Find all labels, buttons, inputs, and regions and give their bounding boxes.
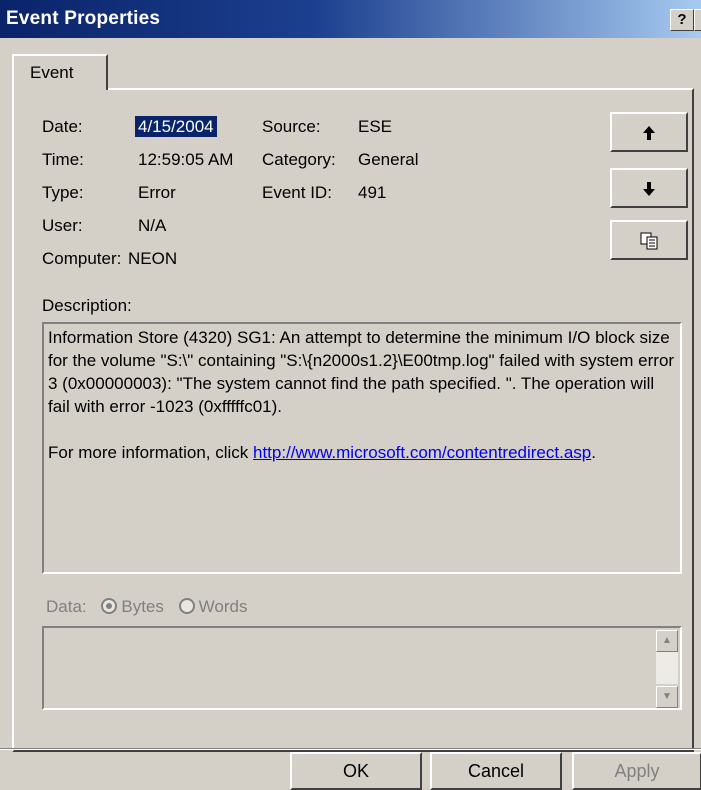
date-label: Date:	[42, 117, 83, 136]
words-radio[interactable]	[178, 598, 195, 614]
button-separator	[0, 748, 701, 750]
event-id-label: Event ID:	[262, 183, 332, 202]
cancel-button[interactable]: Cancel	[430, 752, 562, 790]
description-textbox[interactable]: Information Store (4320) SG1: An attempt…	[42, 322, 682, 574]
close-button[interactable]	[694, 9, 701, 31]
time-value: 12:59:05 AM	[138, 150, 234, 169]
description-text: Information Store (4320) SG1: An attempt…	[48, 328, 675, 416]
scroll-down-button[interactable]: ▼	[656, 686, 678, 708]
scrollbar-track[interactable]	[656, 652, 678, 684]
source-value: ESE	[358, 117, 393, 136]
words-radio-label: Words	[198, 597, 248, 616]
scroll-up-button[interactable]: ▲	[656, 630, 678, 652]
bytes-radio[interactable]	[101, 598, 118, 614]
more-info-line: For more information, click http://www.m…	[48, 441, 676, 464]
source-label: Source:	[262, 117, 321, 136]
category-label: Category:	[262, 150, 336, 169]
date-value[interactable]: 4/15/2004	[135, 116, 217, 137]
computer-value: NEON	[128, 249, 178, 268]
apply-button[interactable]: Apply	[572, 752, 701, 790]
tab-event-label: Event	[30, 63, 74, 82]
more-info-suffix: .	[591, 443, 596, 462]
user-label: User:	[42, 216, 83, 235]
arrow-up-icon	[643, 125, 655, 140]
title-bar: Event Properties ?	[0, 0, 701, 38]
type-value: Error	[138, 183, 176, 202]
type-label: Type:	[42, 183, 84, 202]
tab-event[interactable]: Event	[12, 54, 108, 90]
category-value: General	[358, 150, 419, 169]
help-button[interactable]: ?	[670, 9, 694, 31]
more-info-prefix: For more information, click	[48, 443, 253, 462]
more-info-link[interactable]: http://www.microsoft.com/contentredirect…	[253, 443, 591, 462]
window-title: Event Properties	[6, 8, 161, 29]
bytes-radio-label: Bytes	[121, 597, 164, 616]
ok-button[interactable]: OK	[290, 752, 422, 790]
next-event-button[interactable]	[610, 168, 688, 208]
copy-to-clipboard-button[interactable]	[610, 220, 688, 260]
event-id-value: 491	[358, 183, 387, 202]
data-textbox[interactable]: ▲ ▼	[42, 626, 682, 710]
computer-label: Computer:	[42, 249, 122, 268]
data-label: Data:	[46, 597, 87, 616]
copy-icon	[640, 232, 658, 250]
arrow-down-icon	[643, 181, 655, 196]
previous-event-button[interactable]	[610, 112, 688, 152]
time-label: Time:	[42, 150, 84, 169]
user-value: N/A	[138, 216, 167, 235]
data-format-row: Data: Bytes Words	[46, 597, 247, 617]
description-label: Description:	[42, 296, 132, 315]
